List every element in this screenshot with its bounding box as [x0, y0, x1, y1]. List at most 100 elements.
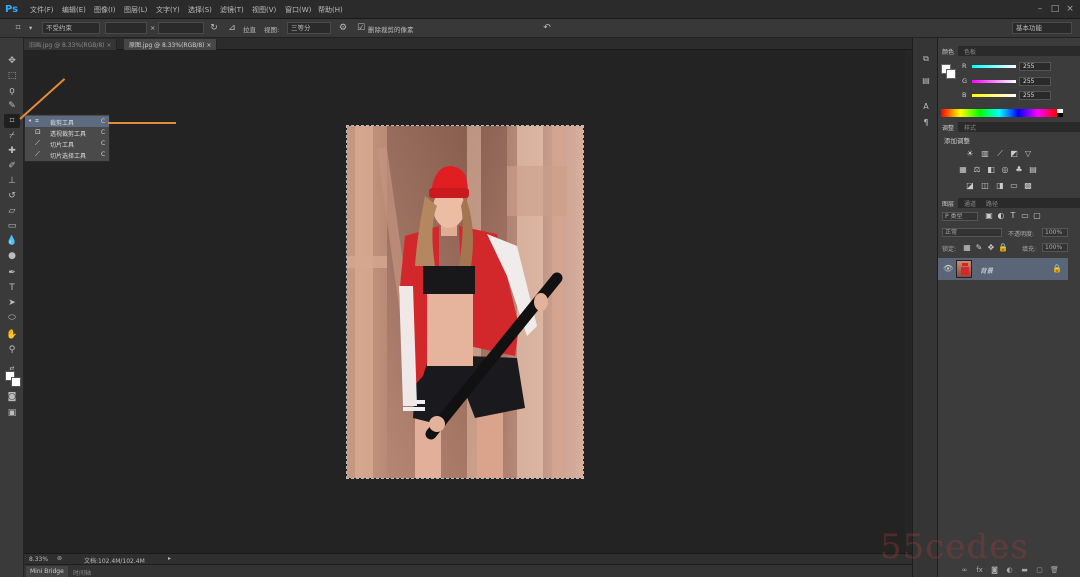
actions-panel-icon[interactable]: ▤: [919, 74, 933, 88]
vertical-scrollbar[interactable]: [905, 50, 912, 553]
add-mask-icon[interactable]: ◙: [990, 566, 999, 575]
b-slider[interactable]: [972, 94, 1016, 97]
filter-adjust-icon[interactable]: ◐: [996, 211, 1006, 221]
link-layers-icon[interactable]: ∞: [960, 566, 969, 575]
color-spectrum-bar[interactable]: [941, 109, 1057, 117]
layer-filter-dropdown[interactable]: P 类型: [942, 212, 978, 221]
menu-select[interactable]: 选择(S): [188, 5, 212, 15]
quick-select-tool-icon[interactable]: ✎: [4, 99, 20, 113]
selective-color-icon[interactable]: ▩: [1023, 181, 1033, 191]
history-panel-icon[interactable]: ⧉: [919, 52, 933, 66]
lock-all-icon[interactable]: 🔒: [998, 243, 1008, 253]
g-slider[interactable]: [972, 80, 1016, 83]
tab-old-image[interactable]: 旧画.jpg @ 8.33%(RGB/8) ×: [24, 39, 118, 50]
character-panel-icon[interactable]: A: [919, 100, 933, 114]
preset-dropdown-icon[interactable]: ▾: [29, 24, 32, 32]
filter-shape-icon[interactable]: ▭: [1020, 211, 1030, 221]
trash-icon[interactable]: 🗑: [1050, 566, 1059, 575]
clone-stamp-icon[interactable]: ⊥: [4, 174, 20, 188]
crop-tool-preset-icon[interactable]: ⌗: [12, 22, 24, 34]
menu-help[interactable]: 帮助(H): [318, 5, 343, 15]
g-value[interactable]: 255: [1019, 77, 1051, 86]
vibrance-icon[interactable]: ▽: [1023, 149, 1033, 159]
tab-timeline[interactable]: 时间轴: [69, 566, 95, 577]
opacity-field[interactable]: 100%: [1042, 228, 1068, 237]
blur-tool-icon[interactable]: 💧: [4, 234, 20, 248]
bw-icon[interactable]: ◧: [986, 165, 996, 175]
lock-transparent-icon[interactable]: ▦: [962, 243, 972, 253]
fx-icon[interactable]: fx: [975, 566, 984, 575]
curves-icon[interactable]: ⟋: [995, 149, 1005, 159]
history-brush-icon[interactable]: ↺: [4, 189, 20, 203]
new-group-icon[interactable]: ▬: [1020, 566, 1029, 575]
menu-view[interactable]: 视图(V): [252, 5, 276, 15]
straighten-icon[interactable]: ⊿: [226, 22, 238, 34]
color-bg-swatch[interactable]: [946, 69, 956, 79]
tab-original-image[interactable]: 原图.jpg @ 8.33%(RGB/8) ×: [124, 39, 218, 50]
eraser-tool-icon[interactable]: ▱: [4, 204, 20, 218]
filter-smart-icon[interactable]: ▢: [1032, 211, 1042, 221]
filter-pixel-icon[interactable]: ▣: [984, 211, 994, 221]
hue-sat-icon[interactable]: ▦: [958, 165, 968, 175]
flyout-item-perspective-crop[interactable]: ⊡ 透视裁剪工具 C: [25, 127, 109, 138]
tab-styles[interactable]: 样式: [960, 122, 980, 132]
tab-adjustments[interactable]: 调整: [938, 122, 959, 132]
brush-tool-icon[interactable]: ✐: [4, 159, 20, 173]
new-layer-icon[interactable]: ▢: [1035, 566, 1044, 575]
color-lookup-icon[interactable]: ▤: [1028, 165, 1038, 175]
flyout-item-slice[interactable]: ⟋ 切片工具 C: [25, 138, 109, 149]
tab-color[interactable]: 颜色: [938, 46, 959, 56]
ratio-dropdown[interactable]: 不受约束: [42, 22, 100, 34]
b-value[interactable]: 255: [1019, 91, 1051, 100]
delete-crop-checkbox[interactable]: ☑: [355, 22, 367, 34]
document-image[interactable]: [346, 125, 584, 479]
zoom-tool-icon[interactable]: ⚲: [4, 343, 20, 357]
menu-file[interactable]: 文件(F): [30, 5, 54, 15]
threshold-icon[interactable]: ◨: [995, 181, 1005, 191]
eye-visibility-icon[interactable]: 👁: [943, 264, 953, 273]
workspace-dropdown[interactable]: 基本功能: [1012, 22, 1072, 34]
zoom-level[interactable]: 8.33%: [29, 556, 48, 563]
exposure-icon[interactable]: ◩: [1009, 149, 1019, 159]
shape-tool-icon[interactable]: ⬭: [4, 311, 20, 325]
color-balance-icon[interactable]: ⚖: [972, 165, 982, 175]
quick-mask-icon[interactable]: ◙: [4, 390, 20, 404]
swap-label[interactable]: ×: [150, 24, 155, 32]
screen-mode-icon[interactable]: ▣: [4, 406, 20, 420]
new-adjustment-icon[interactable]: ◐: [1005, 566, 1014, 575]
move-tool-icon[interactable]: ✥: [4, 54, 20, 68]
layer-name[interactable]: 背景: [980, 265, 993, 275]
marquee-tool-icon[interactable]: ⬚: [4, 69, 20, 83]
healing-brush-icon[interactable]: ✚: [4, 144, 20, 158]
tab-channels[interactable]: 通道: [960, 198, 980, 208]
layer-row-background[interactable]: 👁 背景 🔒: [938, 258, 1068, 280]
minimize-icon[interactable]: –: [1034, 3, 1046, 15]
flyout-item-slice-select[interactable]: ⟋ 切片选择工具 C: [25, 149, 109, 160]
menu-filter[interactable]: 滤镜(T): [220, 5, 244, 15]
tab-mini-bridge[interactable]: Mini Bridge: [26, 566, 68, 577]
flyout-item-crop[interactable]: • ⌗ 裁剪工具 C: [25, 116, 109, 127]
lock-paint-icon[interactable]: ✎: [974, 243, 984, 253]
gear-icon[interactable]: ⚙: [337, 22, 349, 34]
menu-edit[interactable]: 编辑(E): [62, 5, 86, 15]
height-field[interactable]: [158, 22, 204, 34]
tab-layers[interactable]: 图层: [938, 198, 959, 208]
gradient-map-icon[interactable]: ▭: [1009, 181, 1019, 191]
lasso-tool-icon[interactable]: ϙ: [4, 84, 20, 98]
menu-window[interactable]: 窗口(W): [285, 5, 311, 15]
view-dropdown[interactable]: 三等分: [287, 22, 331, 34]
type-tool-icon[interactable]: T: [4, 281, 20, 295]
lock-move-icon[interactable]: ✥: [986, 243, 996, 253]
menu-image[interactable]: 图像(I): [94, 5, 116, 15]
menu-layer[interactable]: 图层(L): [124, 5, 147, 15]
straighten-label[interactable]: 拉直: [243, 24, 256, 34]
r-value[interactable]: 255: [1019, 62, 1051, 71]
filter-type-icon[interactable]: T: [1008, 211, 1018, 221]
export-icon[interactable]: ⊚: [57, 555, 62, 562]
gradient-tool-icon[interactable]: ▭: [4, 219, 20, 233]
invert-icon[interactable]: ◪: [965, 181, 975, 191]
fill-field[interactable]: 100%: [1042, 243, 1068, 252]
paragraph-panel-icon[interactable]: ¶: [919, 116, 933, 130]
black-white-ramp[interactable]: [1057, 109, 1063, 117]
eyedropper-tool-icon[interactable]: ⌿: [4, 129, 20, 143]
